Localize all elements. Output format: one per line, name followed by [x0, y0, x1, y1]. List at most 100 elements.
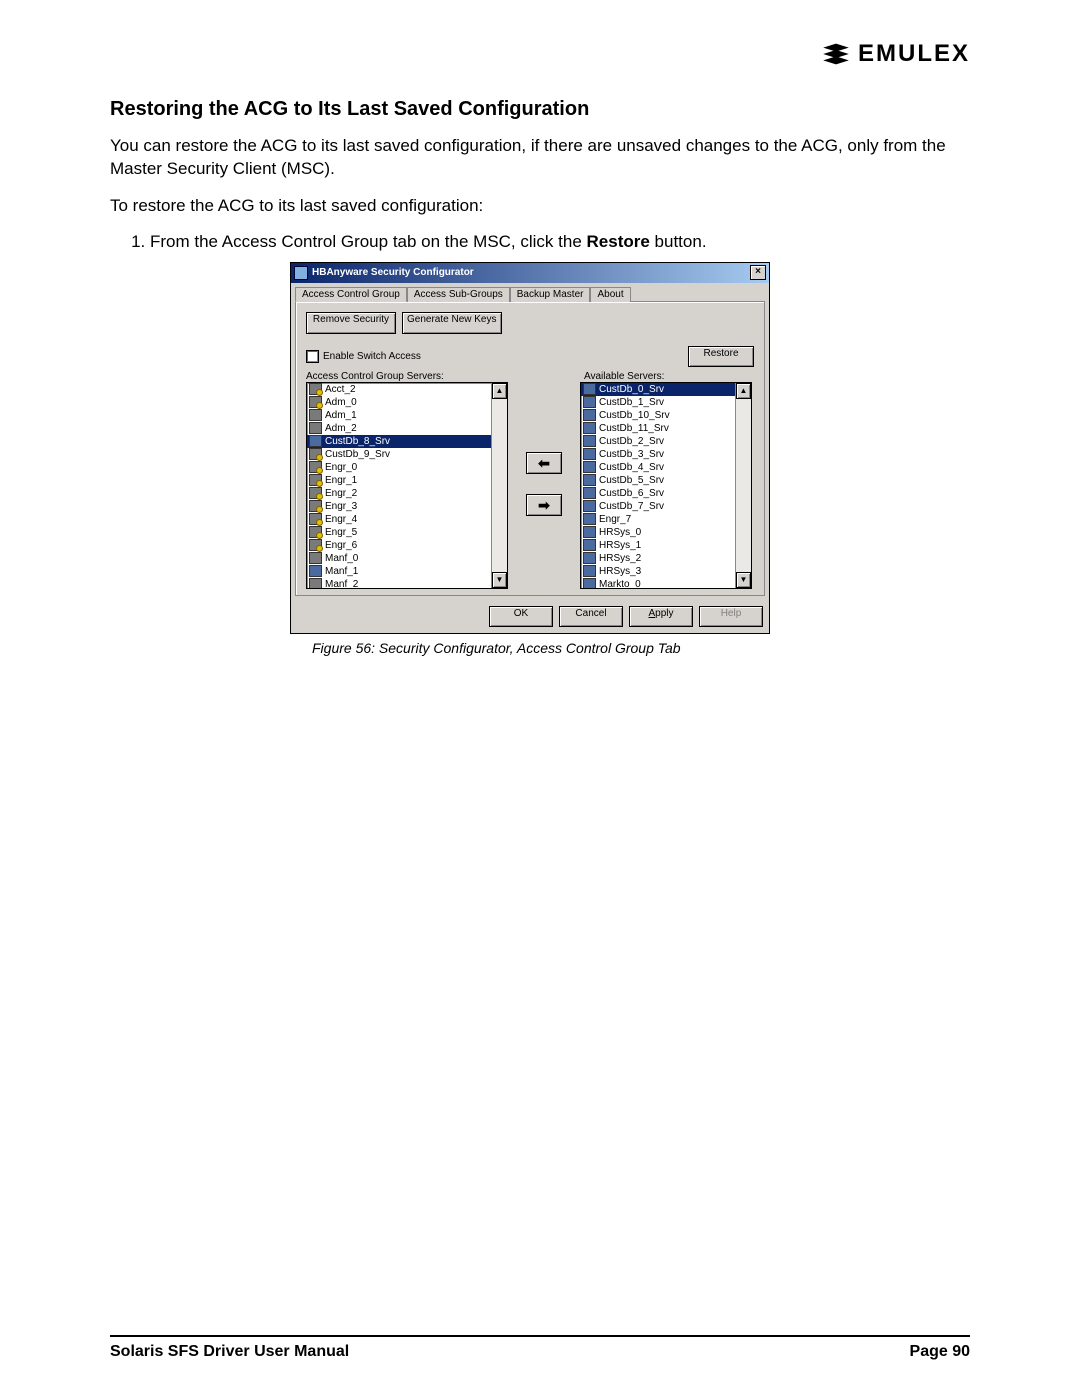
list-item[interactable]: CustDb_7_Srv: [581, 500, 751, 513]
list-item[interactable]: CustDb_10_Srv: [581, 409, 751, 422]
list-item[interactable]: CustDb_0_Srv: [581, 383, 751, 396]
server-icon: [309, 500, 322, 512]
list-item[interactable]: CustDb_4_Srv: [581, 461, 751, 474]
list-item[interactable]: Engr_0: [307, 461, 507, 474]
server-icon: [309, 461, 322, 473]
step-1-post: button.: [650, 232, 707, 251]
generate-new-keys-button[interactable]: Generate New Keys: [402, 312, 502, 334]
list-item[interactable]: Adm_1: [307, 409, 507, 422]
list-item[interactable]: Markto_0: [581, 578, 751, 589]
server-icon: [583, 526, 596, 538]
arrow-left-icon: ⬅: [538, 455, 550, 472]
list-item[interactable]: CustDb_5_Srv: [581, 474, 751, 487]
server-icon: [309, 539, 322, 551]
footer-manual-name: Solaris SFS Driver User Manual: [110, 1343, 349, 1361]
list-item[interactable]: CustDb_2_Srv: [581, 435, 751, 448]
security-configurator-dialog: HBAnyware Security Configurator × Access…: [290, 262, 770, 634]
brand-name: EMULEX: [858, 40, 970, 68]
step-list: From the Access Control Group tab on the…: [150, 232, 970, 252]
list-item[interactable]: CustDb_11_Srv: [581, 422, 751, 435]
list-item[interactable]: CustDb_1_Srv: [581, 396, 751, 409]
cancel-button[interactable]: Cancel: [559, 606, 623, 627]
scroll-up-icon[interactable]: ▲: [736, 383, 751, 399]
tab-about[interactable]: About: [590, 287, 630, 302]
scroll-track[interactable]: [736, 399, 751, 572]
list-item[interactable]: HRSys_2: [581, 552, 751, 565]
server-icon: [583, 539, 596, 551]
window-title: HBAnyware Security Configurator: [312, 267, 474, 278]
close-icon[interactable]: ×: [750, 265, 766, 280]
server-icon: [583, 474, 596, 486]
list-item[interactable]: CustDb_9_Srv: [307, 448, 507, 461]
list-item[interactable]: Manf_0: [307, 552, 507, 565]
acg-servers-label: Access Control Group Servers:: [306, 371, 506, 382]
list-item[interactable]: Engr_4: [307, 513, 507, 526]
tab-access-sub-groups[interactable]: Access Sub-Groups: [407, 287, 510, 302]
server-icon: [583, 409, 596, 421]
help-button[interactable]: Help: [699, 606, 763, 627]
ok-button[interactable]: OK: [489, 606, 553, 627]
brand-header: EMULEX: [110, 40, 970, 68]
tabstrip: Access Control Group Access Sub-Groups B…: [295, 286, 765, 301]
list-item[interactable]: CustDb_6_Srv: [581, 487, 751, 500]
server-icon: [583, 552, 596, 564]
tab-backup-master[interactable]: Backup Master: [510, 287, 591, 302]
server-icon: [583, 396, 596, 408]
list-item[interactable]: HRSys_3: [581, 565, 751, 578]
list-item[interactable]: Engr_2: [307, 487, 507, 500]
titlebar[interactable]: HBAnyware Security Configurator ×: [291, 263, 769, 283]
scroll-up-icon[interactable]: ▲: [492, 383, 507, 399]
brand-logo: EMULEX: [820, 40, 970, 68]
list-item[interactable]: Adm_2: [307, 422, 507, 435]
step-1-pre: From the Access Control Group tab on the…: [150, 232, 587, 251]
server-icon: [309, 448, 322, 460]
apply-button[interactable]: Apply: [629, 606, 693, 627]
server-icon: [583, 513, 596, 525]
tab-panel-acg: Remove Security Generate New Keys Enable…: [295, 301, 765, 596]
list-item[interactable]: Manf_1: [307, 565, 507, 578]
list-item[interactable]: Engr_7: [581, 513, 751, 526]
tab-access-control-group[interactable]: Access Control Group: [295, 287, 407, 302]
list-item[interactable]: CustDb_8_Srv: [307, 435, 507, 448]
app-icon: [294, 266, 308, 280]
restore-button[interactable]: Restore: [688, 346, 754, 367]
dialog-footer: OK Cancel Apply Help: [291, 600, 769, 633]
list-item[interactable]: HRSys_1: [581, 539, 751, 552]
list-item[interactable]: Manf_2: [307, 578, 507, 589]
list-item[interactable]: Acct_2: [307, 383, 507, 396]
step-1-bold: Restore: [587, 232, 650, 251]
move-left-button[interactable]: ⬅: [526, 452, 562, 474]
scroll-down-icon[interactable]: ▼: [736, 572, 751, 588]
scrollbar[interactable]: ▲ ▼: [735, 383, 751, 588]
scroll-track[interactable]: [492, 399, 507, 572]
server-icon: [309, 474, 322, 486]
server-icon: [583, 565, 596, 577]
list-item[interactable]: Engr_1: [307, 474, 507, 487]
server-icon: [583, 578, 596, 589]
brand-mark-icon: [820, 42, 852, 66]
list-item[interactable]: Engr_5: [307, 526, 507, 539]
footer-rule: [110, 1335, 970, 1337]
remove-security-button[interactable]: Remove Security: [306, 312, 396, 334]
list-item[interactable]: Engr_3: [307, 500, 507, 513]
enable-switch-access-checkbox[interactable]: [306, 350, 319, 363]
list-item[interactable]: Adm_0: [307, 396, 507, 409]
available-servers-listbox[interactable]: CustDb_0_Srv CustDb_1_Srv CustDb_10_Srv …: [580, 382, 752, 589]
server-icon: [309, 396, 322, 408]
figure-caption: Figure 56: Security Configurator, Access…: [312, 640, 970, 656]
list-item[interactable]: Engr_6: [307, 539, 507, 552]
scrollbar[interactable]: ▲ ▼: [491, 383, 507, 588]
server-icon: [309, 565, 322, 577]
apply-label-rest: pply: [655, 608, 673, 619]
server-icon: [583, 500, 596, 512]
acg-servers-listbox[interactable]: Acct_2 Adm_0 Adm_1 Adm_2 CustDb_8_Srv Cu…: [306, 382, 508, 589]
move-right-button[interactable]: ➡: [526, 494, 562, 516]
available-servers-label: Available Servers:: [584, 371, 754, 382]
server-icon: [583, 383, 596, 395]
transfer-buttons: ⬅ ➡: [514, 382, 574, 587]
scroll-down-icon[interactable]: ▼: [492, 572, 507, 588]
server-icon: [309, 487, 322, 499]
list-item[interactable]: CustDb_3_Srv: [581, 448, 751, 461]
server-icon: [583, 487, 596, 499]
list-item[interactable]: HRSys_0: [581, 526, 751, 539]
